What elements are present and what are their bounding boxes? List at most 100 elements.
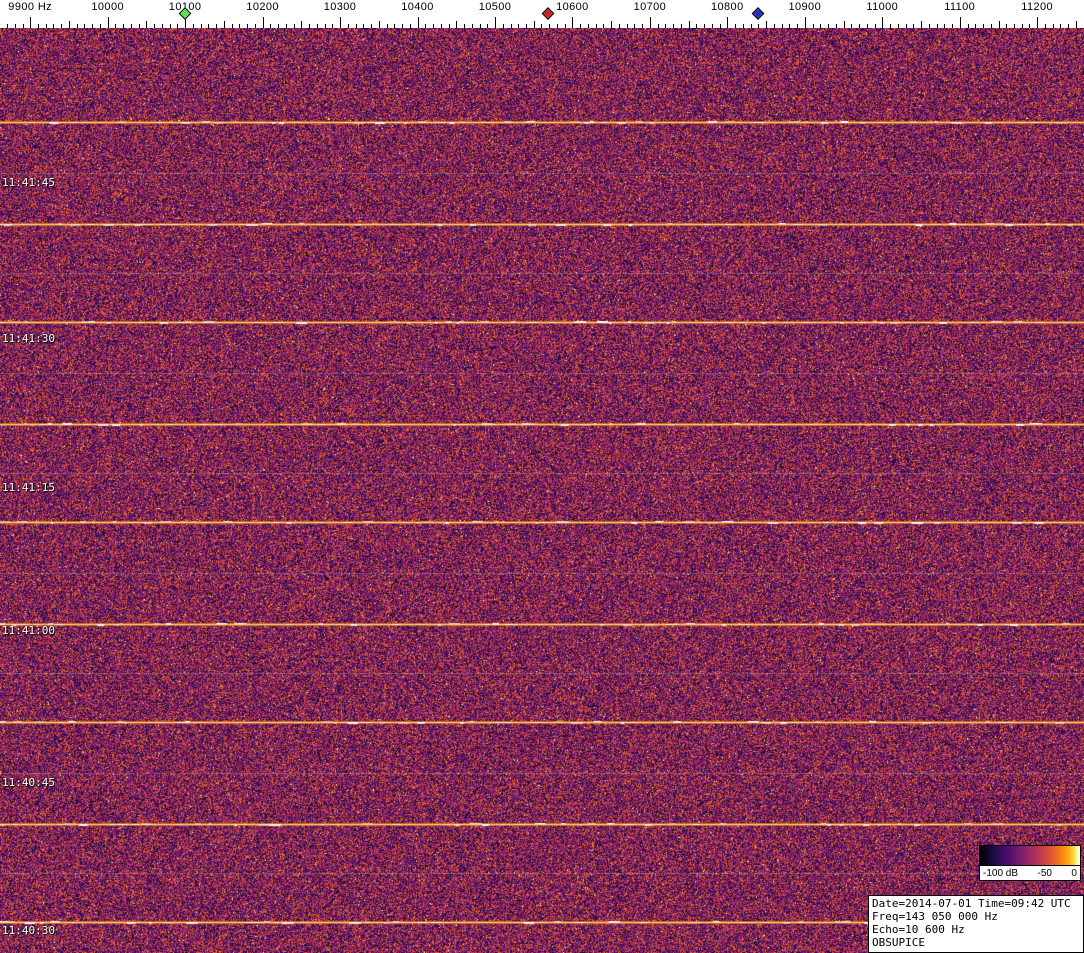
ruler-tick xyxy=(371,24,372,28)
ruler-tick xyxy=(727,17,728,28)
ruler-tick xyxy=(340,17,341,28)
spectrogram-app: 9900 Hz100001010010200103001040010500106… xyxy=(0,0,1084,953)
ruler-tick xyxy=(751,24,752,28)
ruler-tick xyxy=(1068,24,1069,28)
ruler-tick xyxy=(255,24,256,28)
ruler-tick xyxy=(325,24,326,28)
ruler-tick xyxy=(379,21,380,28)
ruler-tick xyxy=(92,24,93,28)
ruler-tick xyxy=(363,24,364,28)
ruler-tick xyxy=(611,21,612,28)
ruler-tick xyxy=(526,24,527,28)
ruler-tick xyxy=(216,24,217,28)
marker-diamond-blue-icon[interactable] xyxy=(752,7,765,20)
ruler-tick xyxy=(844,21,845,28)
ruler-tick xyxy=(735,24,736,28)
ruler-tick xyxy=(1053,24,1054,28)
ruler-tick xyxy=(263,17,264,28)
ruler-tick xyxy=(387,24,388,28)
info-station-line: OBSUPICE xyxy=(872,936,1080,949)
ruler-tick xyxy=(464,24,465,28)
ruler-tick xyxy=(557,24,558,28)
ruler-tick xyxy=(402,24,403,28)
ruler-tick xyxy=(580,24,581,28)
ruler-tick xyxy=(201,24,202,28)
frequency-label: 10800 xyxy=(711,1,744,13)
ruler-tick xyxy=(425,24,426,28)
ruler-tick xyxy=(278,24,279,28)
ruler-tick xyxy=(650,17,651,28)
ruler-tick xyxy=(720,24,721,28)
ruler-tick xyxy=(418,17,419,28)
ruler-tick xyxy=(270,24,271,28)
ruler-tick xyxy=(30,17,31,28)
ruler-tick xyxy=(7,24,8,28)
ruler-tick xyxy=(696,24,697,28)
ruler-tick xyxy=(518,24,519,28)
ruler-tick xyxy=(774,24,775,28)
ruler-tick xyxy=(975,24,976,28)
ruler-tick xyxy=(61,24,62,28)
ruler-tick xyxy=(503,24,504,28)
spectrogram-waterfall[interactable] xyxy=(0,28,1084,953)
ruler-tick xyxy=(665,24,666,28)
ruler-tick xyxy=(239,24,240,28)
ruler-tick xyxy=(999,21,1000,28)
ruler-tick xyxy=(813,24,814,28)
frequency-label: 10600 xyxy=(556,1,589,13)
colorbar-gradient xyxy=(980,846,1080,866)
ruler-tick xyxy=(1022,24,1023,28)
ruler-tick xyxy=(1037,17,1038,28)
ruler-tick xyxy=(309,24,310,28)
marker-diamond-red-icon[interactable] xyxy=(541,7,554,20)
ruler-tick xyxy=(867,24,868,28)
colorbar-min-label: -100 dB xyxy=(983,868,1018,879)
ruler-tick xyxy=(968,24,969,28)
ruler-tick xyxy=(332,24,333,28)
ruler-tick xyxy=(541,24,542,28)
ruler-tick xyxy=(356,24,357,28)
frequency-ruler[interactable]: 9900 Hz100001010010200103001040010500106… xyxy=(0,0,1084,28)
time-label: 11:41:15 xyxy=(2,481,55,494)
info-echo-line: Echo=10 600 Hz xyxy=(872,923,1080,936)
colorbar-legend: -100 dB -50 0 xyxy=(979,845,1081,881)
ruler-tick xyxy=(596,24,597,28)
frequency-label: 10700 xyxy=(634,1,667,13)
ruler-tick xyxy=(619,24,620,28)
ruler-tick xyxy=(232,24,233,28)
ruler-tick xyxy=(84,24,85,28)
ruler-tick xyxy=(828,24,829,28)
frequency-label: 10500 xyxy=(479,1,512,13)
ruler-tick xyxy=(1029,24,1030,28)
frequency-label: 11200 xyxy=(1021,1,1053,13)
ruler-tick xyxy=(627,24,628,28)
ruler-tick xyxy=(549,24,550,28)
ruler-tick xyxy=(642,24,643,28)
ruler-tick xyxy=(991,24,992,28)
spectrogram-area: 11:41:45 11:41:30 11:41:15 11:41:00 11:40:45… xyxy=(0,28,1084,953)
ruler-tick xyxy=(433,24,434,28)
ruler-tick xyxy=(294,24,295,28)
ruler-tick xyxy=(1076,21,1077,28)
time-label: 11:41:00 xyxy=(2,624,55,637)
ruler-tick xyxy=(921,21,922,28)
colorbar-mid-label: -50 xyxy=(1038,868,1052,879)
ruler-tick xyxy=(146,21,147,28)
ruler-tick xyxy=(572,17,573,28)
ruler-tick xyxy=(301,21,302,28)
ruler-tick xyxy=(449,24,450,28)
ruler-tick xyxy=(534,21,535,28)
ruler-tick xyxy=(952,24,953,28)
frequency-label: 11100 xyxy=(944,1,975,13)
ruler-tick xyxy=(456,21,457,28)
ruler-tick xyxy=(131,24,132,28)
ruler-tick xyxy=(743,24,744,28)
ruler-tick xyxy=(53,24,54,28)
frequency-label: 10400 xyxy=(401,1,434,13)
ruler-tick xyxy=(658,24,659,28)
ruler-tick xyxy=(1045,24,1046,28)
ruler-tick xyxy=(410,24,411,28)
ruler-tick xyxy=(170,24,171,28)
ruler-tick xyxy=(441,24,442,28)
ruler-tick xyxy=(929,24,930,28)
